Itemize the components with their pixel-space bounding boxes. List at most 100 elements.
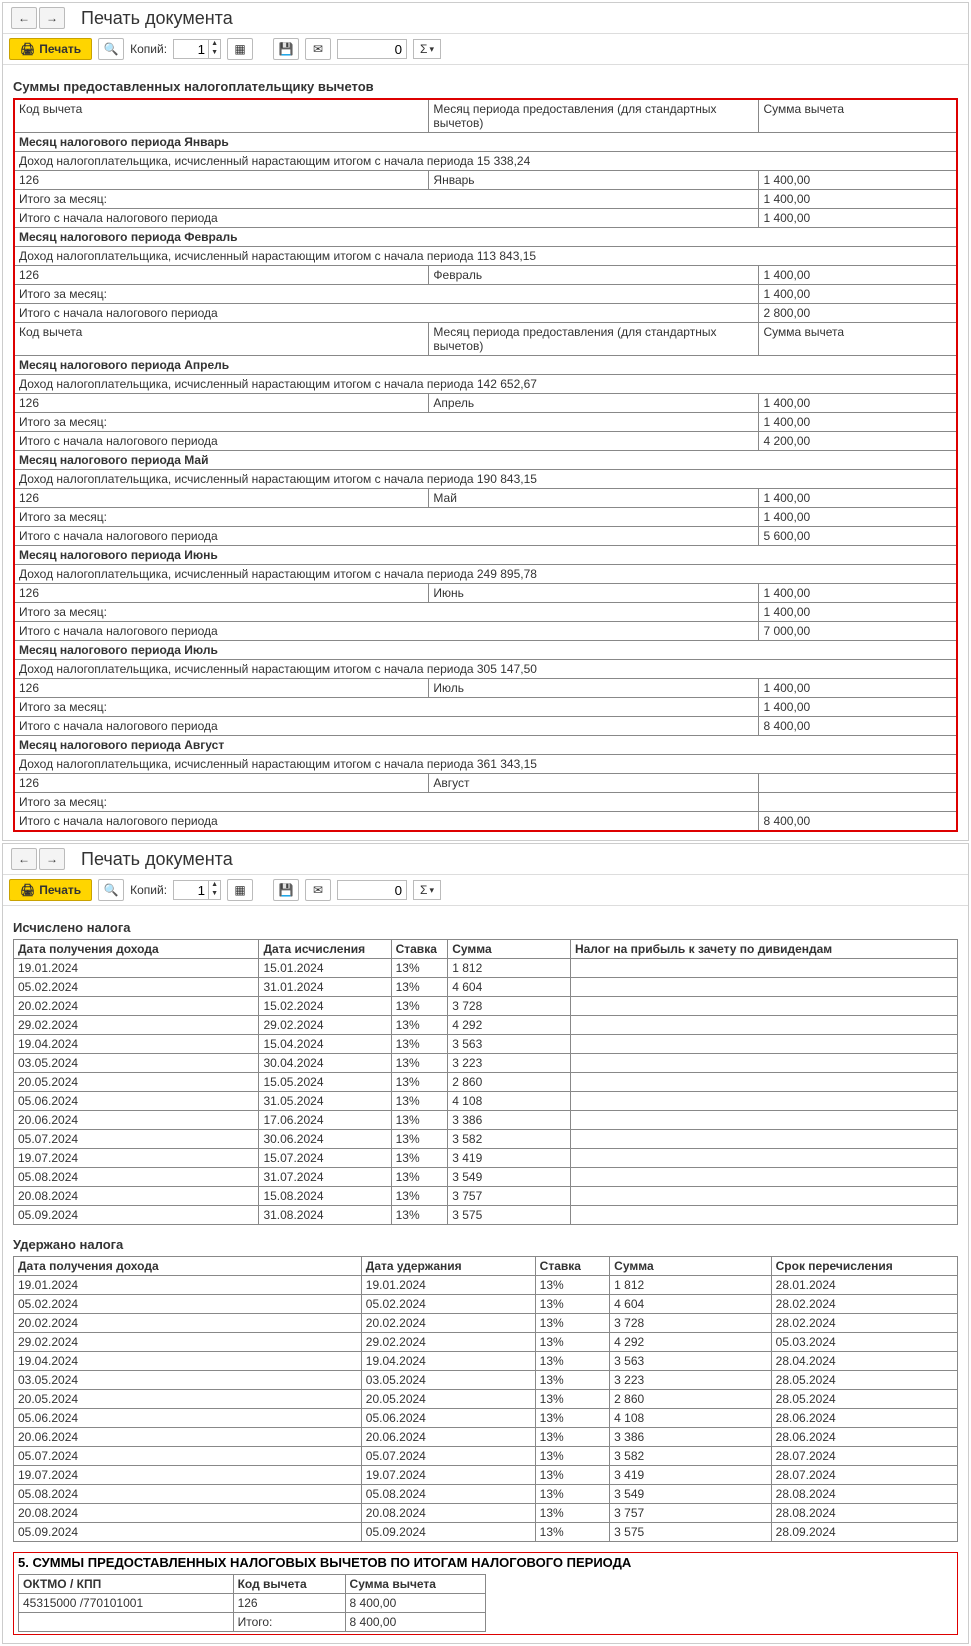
section2-title: Исчислено налога <box>13 920 958 935</box>
floppy-icon: 💾 <box>279 883 294 897</box>
month-total-value: 1 400,00 <box>759 285 957 304</box>
period-total-value: 7 000,00 <box>759 622 957 641</box>
table-row: 05.08.202431.07.202413%3 549 <box>14 1168 958 1187</box>
magnifier-icon: 🔍 <box>104 42 119 56</box>
income-row: Доход налогоплательщика, исчисленный нар… <box>14 565 957 584</box>
period-total-label: Итого с начала налогового периода <box>14 432 759 451</box>
col-sum: Сумма вычета <box>759 323 957 356</box>
settings-button[interactable]: ▦ <box>227 38 253 60</box>
income-row: Доход налогоплательщика, исчисленный нар… <box>14 375 957 394</box>
deduct-amount: 1 400,00 <box>759 679 957 698</box>
period-total-label: Итого с начала налогового периода <box>14 622 759 641</box>
copies-input[interactable] <box>173 880 209 900</box>
deduct-code: 126 <box>14 584 429 603</box>
table-row: 20.02.202415.02.202413%3 728 <box>14 997 958 1016</box>
deduct-amount: 1 400,00 <box>759 489 957 508</box>
table-row: 05.08.202405.08.202413%3 54928.08.2024 <box>14 1485 958 1504</box>
withheld-tax-table: Дата получения дохода Дата удержания Ста… <box>13 1256 958 1542</box>
table-row: 03.05.202430.04.202413%3 223 <box>14 1054 958 1073</box>
forward-button[interactable]: → <box>39 7 65 29</box>
grid-icon: ▦ <box>234 883 245 897</box>
forward-button[interactable]: → <box>39 848 65 870</box>
income-row: Доход налогоплательщика, исчисленный нар… <box>14 152 957 171</box>
sigma-button[interactable]: Σ▾ <box>413 880 441 900</box>
table-row: 05.09.202431.08.202413%3 575 <box>14 1206 958 1225</box>
income-row: Доход налогоплательщика, исчисленный нар… <box>14 755 957 774</box>
deduct-month: Август <box>429 774 759 793</box>
deduct-month: Январь <box>429 171 759 190</box>
month-total-value: 1 400,00 <box>759 190 957 209</box>
preview-button[interactable]: 🔍 <box>98 879 124 901</box>
settings-button[interactable]: ▦ <box>227 879 253 901</box>
page-field[interactable] <box>337 39 407 59</box>
table-row: 19.04.202419.04.202413%3 56328.04.2024 <box>14 1352 958 1371</box>
copies-label: Копий: <box>130 883 167 897</box>
back-button[interactable]: ← <box>11 848 37 870</box>
month-total-label: Итого за месяц: <box>14 508 759 527</box>
month-total-label: Итого за месяц: <box>14 190 759 209</box>
deduct-amount <box>759 774 957 793</box>
table-row: 29.02.202429.02.202413%4 292 <box>14 1016 958 1035</box>
section3-title: Удержано налога <box>13 1237 958 1252</box>
copies-input[interactable] <box>173 39 209 59</box>
month-header: Месяц налогового периода Май <box>14 451 957 470</box>
month-total-label: Итого за месяц: <box>14 413 759 432</box>
window-title-2: Печать документа <box>81 849 233 870</box>
deduct-code: 126 <box>14 394 429 413</box>
income-row: Доход налогоплательщика, исчисленный нар… <box>14 247 957 266</box>
copies-spinner[interactable]: ▲▼ <box>173 39 221 59</box>
save-button[interactable]: 💾 <box>273 879 299 901</box>
table-row: 05.06.202431.05.202413%4 108 <box>14 1092 958 1111</box>
deductions-table: Код вычетаМесяц периода предоставления (… <box>13 98 958 832</box>
table-row: 05.06.202405.06.202413%4 10828.06.2024 <box>14 1409 958 1428</box>
col-code: Код вычета <box>14 323 429 356</box>
floppy-icon: 💾 <box>279 42 294 56</box>
deduct-amount: 1 400,00 <box>759 584 957 603</box>
mail-button[interactable]: ✉ <box>305 879 331 901</box>
deduct-amount: 1 400,00 <box>759 171 957 190</box>
sigma-button[interactable]: Σ▾ <box>413 39 441 59</box>
back-button[interactable]: ← <box>11 7 37 29</box>
document-body-1: Суммы предоставленных налогоплательщику … <box>3 65 968 840</box>
table-row: 19.01.202415.01.202413%1 812 <box>14 959 958 978</box>
table-row: 05.09.202405.09.202413%3 57528.09.2024 <box>14 1523 958 1542</box>
table-row: 19.07.202415.07.202413%3 419 <box>14 1149 958 1168</box>
table-row: 20.06.202417.06.202413%3 386 <box>14 1111 958 1130</box>
table-row: 20.05.202415.05.202413%2 860 <box>14 1073 958 1092</box>
deduct-code: 126 <box>14 489 429 508</box>
mail-button[interactable]: ✉ <box>305 38 331 60</box>
deduct-amount: 1 400,00 <box>759 394 957 413</box>
deduct-code: 126 <box>14 266 429 285</box>
window-header-2: ← → Печать документа <box>3 844 968 875</box>
table-row: 20.02.202420.02.202413%3 72828.02.2024 <box>14 1314 958 1333</box>
deduct-code: 126 <box>14 171 429 190</box>
table-row: 19.07.202419.07.202413%3 41928.07.2024 <box>14 1466 958 1485</box>
magnifier-icon: 🔍 <box>104 883 119 897</box>
period-total-label: Итого с начала налогового периода <box>14 209 759 228</box>
print-button[interactable]: 🖨 Печать <box>9 38 92 60</box>
save-button[interactable]: 💾 <box>273 38 299 60</box>
month-total-label: Итого за месяц: <box>14 603 759 622</box>
period-total-label: Итого с начала налогового периода <box>14 717 759 736</box>
window-title: Печать документа <box>81 8 233 29</box>
deduct-code: 126 <box>14 679 429 698</box>
period-total-label: Итого с начала налогового периода <box>14 527 759 546</box>
toolbar: 🖨 Печать 🔍 Копий: ▲▼ ▦ 💾 ✉ Σ▾ <box>3 34 968 65</box>
month-total-value: 1 400,00 <box>759 698 957 717</box>
deduct-month: Апрель <box>429 394 759 413</box>
table-row: 20.05.202420.05.202413%2 86028.05.2024 <box>14 1390 958 1409</box>
printer-icon: 🖨 <box>20 42 35 56</box>
month-total-value <box>759 793 957 812</box>
section5-title: 5. СУММЫ ПРЕДОСТАВЛЕННЫХ НАЛОГОВЫХ ВЫЧЕТ… <box>18 1555 953 1570</box>
table-row: 05.07.202405.07.202413%3 58228.07.2024 <box>14 1447 958 1466</box>
preview-button[interactable]: 🔍 <box>98 38 124 60</box>
copies-spinner[interactable]: ▲▼ <box>173 880 221 900</box>
table-row: 20.08.202415.08.202413%3 757 <box>14 1187 958 1206</box>
page-field[interactable] <box>337 880 407 900</box>
col-code: Код вычета <box>14 99 429 133</box>
deduct-month: Июнь <box>429 584 759 603</box>
print-button[interactable]: 🖨 Печать <box>9 879 92 901</box>
table-row: 05.07.202430.06.202413%3 582 <box>14 1130 958 1149</box>
envelope-icon: ✉ <box>313 883 323 897</box>
print-window-2: ← → Печать документа 🖨 Печать 🔍 Копий: ▲… <box>2 843 969 1644</box>
